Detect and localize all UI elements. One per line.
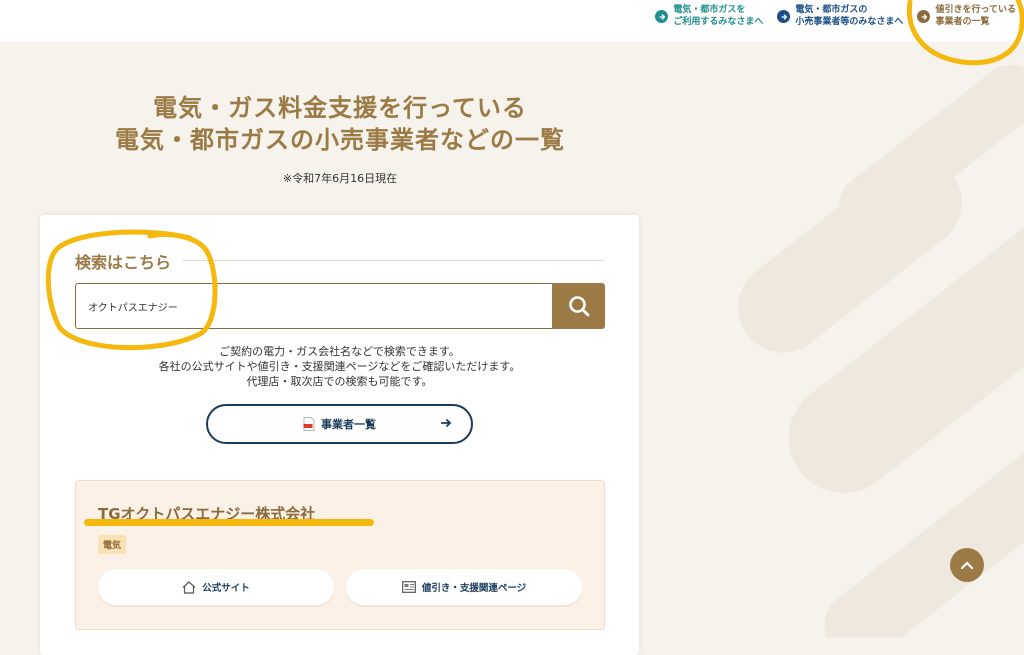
page-title-line1: 電気・ガス料金支援を行っている (153, 94, 527, 122)
annotation-circle-nav (906, 0, 1024, 66)
annotation-underline (84, 519, 374, 526)
provider-list-button[interactable]: 事業者一覧 (206, 404, 473, 444)
help-line: 各社の公式サイトや値引き・支援関連ページなどをご確認いただけます。 (158, 360, 521, 373)
pdf-icon (303, 417, 315, 431)
help-line: 代理店・取次店での検索も可能です。 (246, 375, 433, 388)
official-site-button[interactable]: 公式サイト (98, 569, 334, 605)
search-button[interactable] (552, 283, 605, 329)
arrow-right-icon (655, 10, 669, 23)
nav-link-line2: 小売事業者等のみなさまへ (795, 17, 904, 27)
header-bar: 電気・都市ガスを ご利用するみなさまへ 電気・都市ガスの 小売事業者等のみなさまへ … (0, 0, 1024, 42)
search-icon (568, 296, 589, 317)
provider-list-label: 事業者一覧 (321, 418, 376, 431)
nav-link-consumers[interactable]: 電気・都市ガスをご利用するみなさまへ (655, 4, 763, 28)
result-item: TGオクトパスエナジー株式会社 電気 公式サイト 値引き・支援関連ページ (75, 480, 605, 630)
nav-link-line1: 電気・都市ガスの (795, 5, 868, 15)
page-title-line2: 電気・都市ガスの小売事業者などの一覧 (115, 126, 565, 154)
official-site-label: 公式サイト (202, 583, 250, 594)
category-tag: 電気 (98, 535, 127, 554)
arrow-right-icon (777, 10, 791, 23)
discount-page-button[interactable]: 値引き・支援関連ページ (346, 569, 582, 605)
nav-link-retailers[interactable]: 電気・都市ガスの小売事業者等のみなさまへ (777, 4, 903, 28)
discount-page-label: 値引き・支援関連ページ (421, 583, 527, 594)
nav-link-line2: ご利用するみなさまへ (673, 17, 764, 27)
arrow-right-icon (441, 418, 452, 428)
chevron-up-icon (960, 561, 974, 570)
document-icon (401, 581, 416, 593)
annotation-circle-search (45, 229, 218, 351)
as-of-date: ※令和7年6月16日現在 (282, 172, 398, 185)
page-title: 電気・ガス料金支援を行っている 電気・都市ガスの小売事業者などの一覧 (0, 92, 680, 156)
nav-link-line1: 電気・都市ガスを (673, 5, 746, 15)
house-icon (182, 580, 196, 594)
heading-divider (182, 260, 605, 261)
back-to-top-button[interactable] (950, 548, 984, 582)
